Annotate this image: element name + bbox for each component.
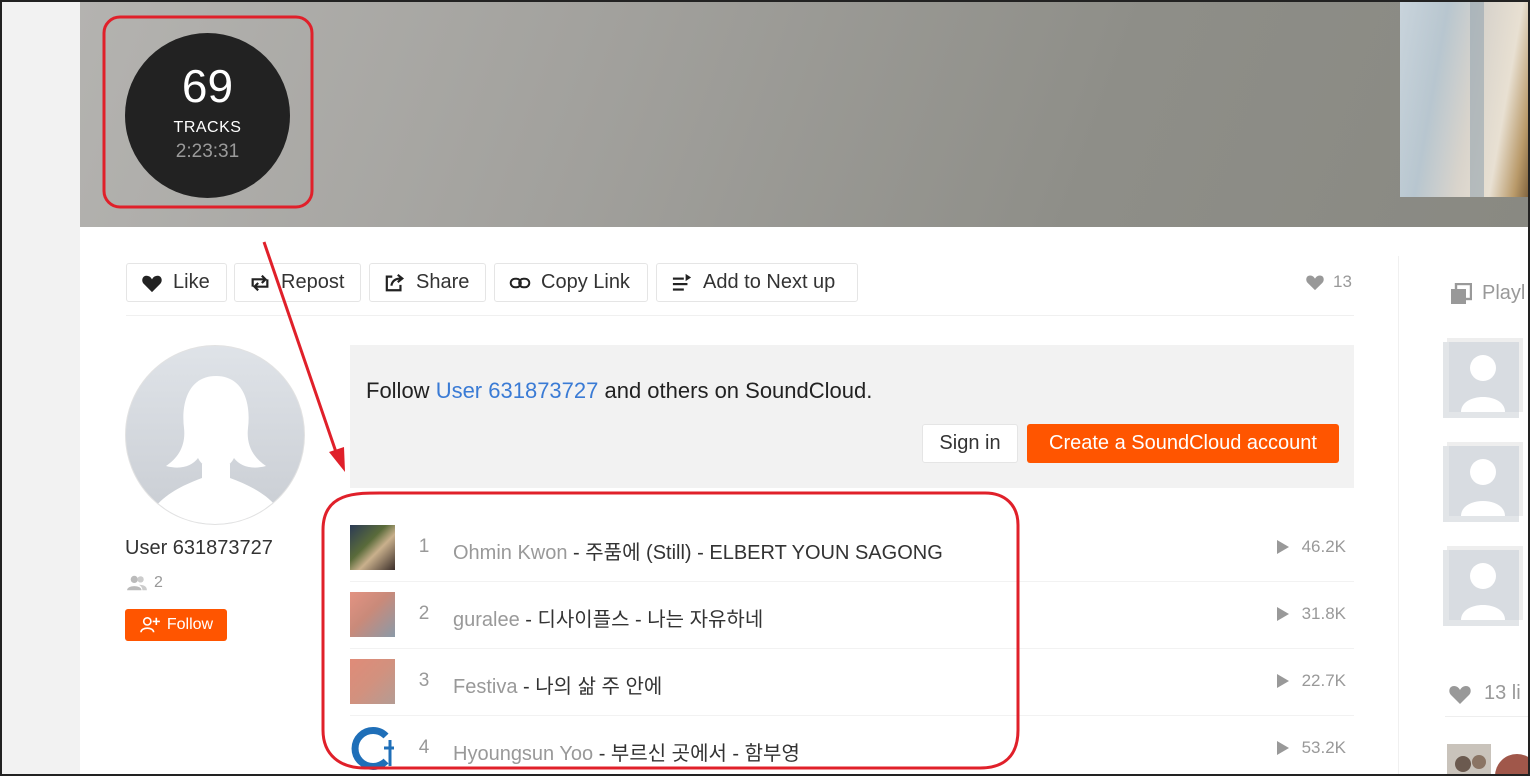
heart-icon bbox=[1306, 275, 1324, 291]
repost-icon bbox=[251, 274, 269, 291]
followers-icon bbox=[127, 575, 147, 591]
play-icon bbox=[1276, 540, 1289, 554]
track-index: 3 bbox=[418, 670, 430, 691]
copy-link-label: Copy Link bbox=[541, 271, 630, 293]
link-icon bbox=[509, 277, 531, 288]
track-counter: 69 TRACKS 2:23:31 bbox=[125, 33, 290, 198]
sidebar-playlists-label: Playl bbox=[1482, 282, 1526, 304]
play-icon bbox=[1276, 607, 1289, 621]
followers-value: 2 bbox=[154, 574, 163, 591]
track-plays: 46.2K bbox=[1276, 537, 1346, 557]
table-row[interactable]: 4 Hyoungsun Yoo - 부르신 곳에서 - 함부영 53.2K bbox=[350, 716, 1354, 776]
track-plays: 53.2K bbox=[1276, 738, 1346, 758]
track-artist[interactable]: Festiva bbox=[453, 676, 517, 698]
track-name: - 나의 삶 주 안에 bbox=[517, 676, 663, 698]
avatar[interactable] bbox=[125, 345, 305, 525]
track-title[interactable]: guralee - 디사이플스 - 나는 자유하네 bbox=[453, 603, 763, 632]
track-artist[interactable]: guralee bbox=[453, 609, 520, 631]
track-name: - 주품에 (Still) - ELBERT YOUN SAGONG bbox=[567, 542, 943, 564]
track-logo-icon bbox=[351, 727, 394, 770]
sidebar-likers[interactable] bbox=[1445, 742, 1530, 776]
table-row[interactable]: 3 Festiva - 나의 삶 주 안에 22.7K bbox=[350, 649, 1354, 716]
track-index: 2 bbox=[418, 603, 430, 624]
next-up-icon bbox=[672, 273, 692, 291]
sidebar-playlist-item[interactable] bbox=[1443, 442, 1523, 522]
sign-in-button[interactable]: Sign in bbox=[922, 424, 1018, 463]
play-count: 31.8K bbox=[1301, 604, 1346, 623]
track-index: 1 bbox=[418, 536, 430, 557]
track-artist[interactable]: Hyoungsun Yoo bbox=[453, 743, 593, 765]
followers-count[interactable]: 2 bbox=[126, 574, 163, 592]
play-icon bbox=[1276, 741, 1289, 755]
track-title[interactable]: Hyoungsun Yoo - 부르신 곳에서 - 함부영 bbox=[453, 737, 800, 766]
sidebar-likes-divider bbox=[1445, 716, 1530, 717]
likes-count: 13 bbox=[1333, 272, 1352, 291]
playlist-thumbnail-icon bbox=[1443, 338, 1523, 418]
promo-prefix: Follow bbox=[366, 378, 436, 403]
share-button[interactable]: Share bbox=[369, 263, 486, 302]
playlist-artwork[interactable] bbox=[1400, 0, 1530, 197]
like-label: Like bbox=[173, 271, 210, 293]
playlist-icon bbox=[1451, 282, 1472, 304]
uploader-name[interactable]: User 631873727 bbox=[125, 537, 273, 560]
track-name: - 부르신 곳에서 - 함부영 bbox=[593, 743, 800, 765]
share-icon bbox=[385, 273, 405, 291]
sidebar-likes-heading[interactable]: 13 li bbox=[1448, 682, 1521, 705]
track-plays: 31.8K bbox=[1276, 604, 1346, 624]
sidebar-playlist-item[interactable] bbox=[1443, 546, 1523, 626]
toolbar-divider bbox=[126, 315, 1354, 316]
signup-promo: Follow User 631873727 and others on Soun… bbox=[350, 345, 1354, 488]
add-to-next-up-label: Add to Next up bbox=[703, 271, 836, 293]
sidebar-playlists-heading[interactable]: Playl bbox=[1450, 282, 1525, 305]
add-to-next-up-button[interactable]: Add to Next up bbox=[656, 263, 858, 302]
play-count: 46.2K bbox=[1301, 537, 1346, 556]
sidebar-divider bbox=[1398, 256, 1399, 776]
track-name: - 디사이플스 - 나는 자유하네 bbox=[519, 609, 764, 631]
heart-icon bbox=[142, 275, 162, 292]
play-icon bbox=[1276, 674, 1289, 688]
play-count: 53.2K bbox=[1301, 738, 1346, 757]
follow-label: Follow bbox=[166, 616, 214, 633]
promo-suffix: and others on SoundCloud. bbox=[598, 378, 873, 403]
track-count: 69 bbox=[181, 60, 234, 112]
heart-icon bbox=[1449, 685, 1471, 704]
create-account-button[interactable]: Create a SoundCloud account bbox=[1027, 424, 1339, 463]
track-plays: 22.7K bbox=[1276, 671, 1346, 691]
promo-text: Follow User 631873727 and others on Soun… bbox=[366, 378, 872, 404]
copy-link-button[interactable]: Copy Link bbox=[494, 263, 648, 302]
play-count: 22.7K bbox=[1301, 671, 1346, 690]
track-title[interactable]: Ohmin Kwon - 주품에 (Still) - ELBERT YOUN S… bbox=[453, 536, 943, 565]
repost-button[interactable]: Repost bbox=[234, 263, 361, 302]
table-row[interactable]: 2 guralee - 디사이플스 - 나는 자유하네 31.8K bbox=[350, 582, 1354, 649]
playlist-duration: 2:23:31 bbox=[175, 141, 240, 162]
playlist-page: 69 TRACKS 2:23:31 Like Repost Share Copy… bbox=[80, 0, 1530, 776]
liker-avatars bbox=[1447, 744, 1530, 776]
track-artist[interactable]: Ohmin Kwon bbox=[453, 542, 568, 564]
share-label: Share bbox=[416, 271, 470, 293]
sidebar-likes-label: 13 li bbox=[1484, 682, 1521, 704]
track-artwork[interactable] bbox=[350, 659, 395, 704]
track-artwork[interactable] bbox=[350, 592, 395, 637]
follow-user-icon bbox=[140, 616, 160, 633]
table-row[interactable]: 1 Ohmin Kwon - 주품에 (Still) - ELBERT YOUN… bbox=[350, 515, 1354, 582]
sidebar-playlist-item[interactable] bbox=[1443, 338, 1523, 418]
track-title[interactable]: Festiva - 나의 삶 주 안에 bbox=[453, 670, 662, 699]
track-artwork[interactable] bbox=[350, 525, 395, 570]
promo-user-link[interactable]: User 631873727 bbox=[436, 378, 599, 403]
track-index: 4 bbox=[418, 737, 430, 758]
follow-button[interactable]: Follow bbox=[125, 609, 227, 641]
tracks-label: TRACKS bbox=[173, 119, 242, 136]
track-artwork[interactable] bbox=[350, 726, 395, 771]
repost-label: Repost bbox=[281, 271, 345, 293]
playlist-hero: 69 TRACKS 2:23:31 bbox=[80, 0, 1530, 227]
like-button[interactable]: Like bbox=[126, 263, 227, 302]
default-avatar-icon bbox=[156, 376, 276, 524]
likes-counter[interactable]: 13 bbox=[1305, 272, 1352, 292]
playlist-thumbnail-icon bbox=[1443, 546, 1523, 626]
playlist-thumbnail-icon bbox=[1443, 442, 1523, 522]
